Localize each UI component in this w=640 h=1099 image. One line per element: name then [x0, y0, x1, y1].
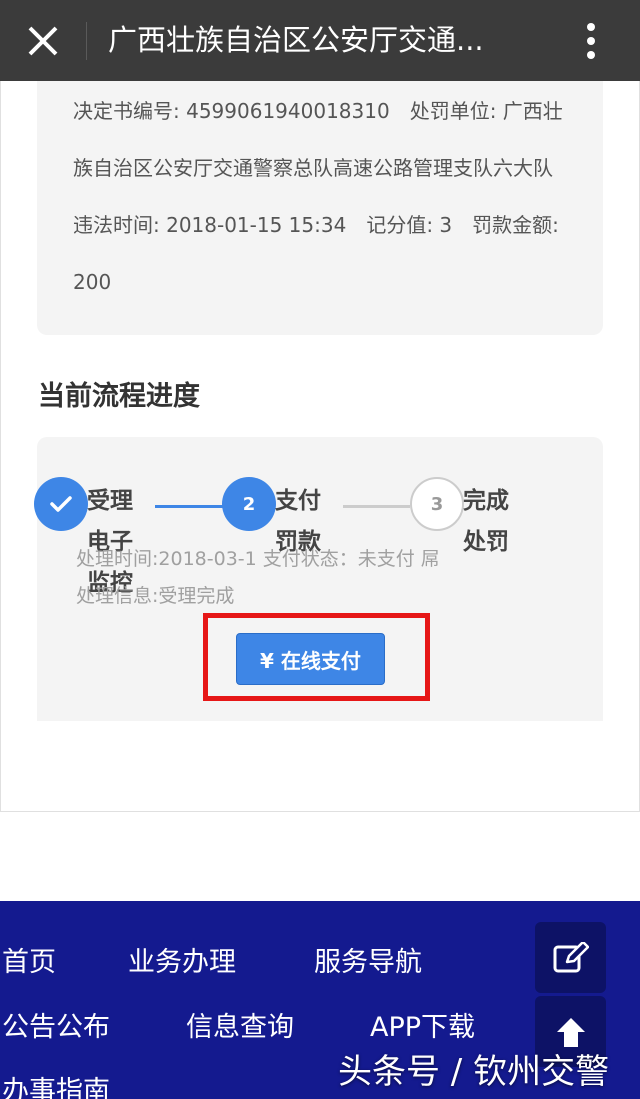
check-icon	[50, 496, 72, 512]
step-3-marker: 3	[410, 477, 464, 531]
nav-announcements[interactable]: 公告公布	[2, 1005, 110, 1044]
violation-info-card: 决定书编号: 4599061940018310 处罚单位: 广西壮族自治区公安厅…	[37, 81, 603, 335]
step-connector-1	[155, 505, 223, 508]
step-2-marker: 2	[222, 477, 276, 531]
edit-icon	[553, 941, 589, 972]
nav-info-query[interactable]: 信息查询	[186, 1005, 294, 1044]
nav-business[interactable]: 业务办理	[128, 940, 236, 979]
top-bar: 广西壮族自治区公安厅交通...	[0, 0, 640, 81]
edit-button[interactable]	[535, 922, 606, 993]
more-button[interactable]	[566, 16, 616, 66]
watermark: 头条号 / 钦州交警	[338, 1052, 610, 1092]
step-3-label: 完成处罚	[463, 488, 509, 555]
process-info: 处理信息:受理完成	[76, 585, 235, 607]
violation-info-text: 决定书编号: 4599061940018310 处罚单位: 广西壮族自治区公安厅…	[73, 99, 573, 294]
close-icon	[28, 26, 58, 56]
more-vertical-icon	[587, 23, 595, 59]
step-1-marker	[34, 477, 88, 531]
title-divider	[86, 22, 87, 60]
nav-guide[interactable]: 办事指南	[2, 1069, 110, 1099]
process-time-status: 处理时间:2018-03-1 支付状态：未支付 屌	[76, 548, 440, 570]
close-button[interactable]	[18, 16, 68, 66]
nav-service-guide[interactable]: 服务导航	[314, 940, 422, 979]
nav-app-download[interactable]: APP下载	[370, 1005, 475, 1044]
step-connector-2	[343, 505, 410, 508]
progress-section-title: 当前流程进度	[38, 381, 200, 412]
online-pay-button[interactable]: ¥ 在线支付	[236, 633, 385, 685]
page-title: 广西壮族自治区公安厅交通...	[108, 23, 484, 57]
nav-home[interactable]: 首页	[2, 940, 56, 979]
